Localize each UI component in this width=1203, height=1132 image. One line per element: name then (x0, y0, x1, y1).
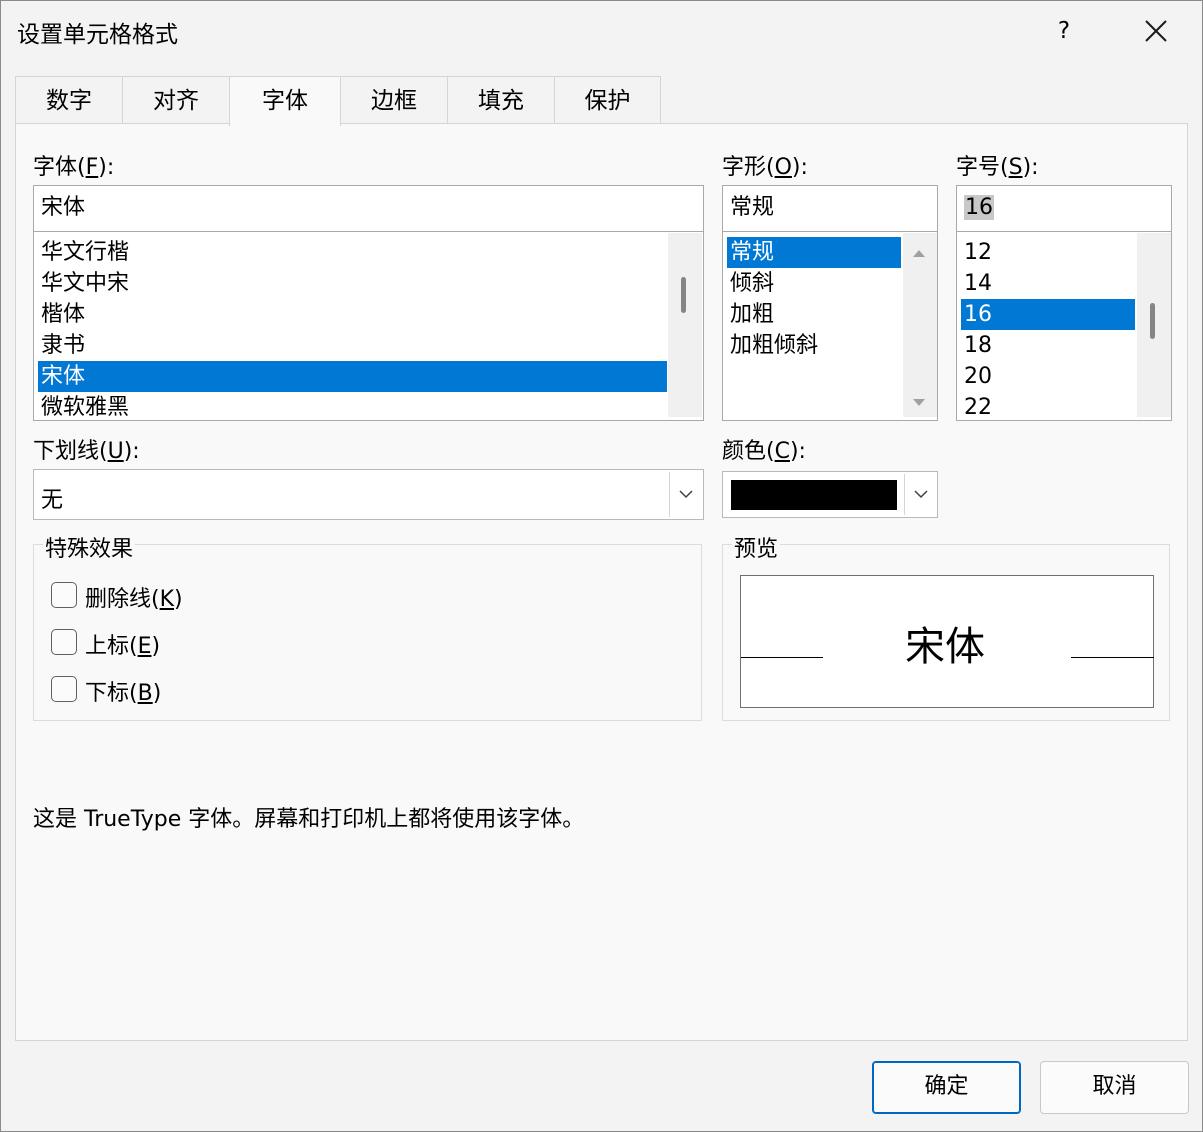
font-list-item-selected[interactable]: 宋体 (38, 361, 667, 392)
scroll-up-arrow-icon[interactable] (913, 250, 925, 257)
font-list[interactable]: 华文行楷 华文中宋 楷体 隶书 宋体 微软雅黑 (33, 231, 704, 421)
size-list[interactable]: 12 14 16 18 20 22 (956, 231, 1172, 421)
effects-group-title: 特殊效果 (43, 531, 136, 563)
size-list-item[interactable]: 18 (961, 330, 1135, 361)
scroll-down-arrow-icon[interactable] (913, 399, 925, 406)
font-label: 字体(F): (33, 155, 115, 180)
cancel-button[interactable]: 取消 (1040, 1061, 1189, 1114)
size-input[interactable]: 16 (956, 185, 1172, 232)
preview-sample-text: 宋体 (905, 624, 985, 670)
dialog-title: 设置单元格格式 (17, 22, 178, 48)
size-list-item[interactable]: 12 (961, 237, 1135, 268)
style-list-item[interactable]: 倾斜 (727, 268, 901, 299)
style-list-item[interactable]: 加粗 (727, 299, 901, 330)
tab-protection[interactable]: 保护 (554, 76, 661, 124)
chevron-down-icon (914, 490, 928, 499)
underline-label: 下划线(U): (33, 439, 140, 464)
ok-button[interactable]: 确定 (872, 1061, 1021, 1114)
superscript-checkbox[interactable] (51, 629, 77, 655)
scroll-thumb[interactable] (681, 277, 686, 313)
size-label: 字号(S): (956, 155, 1039, 180)
size-list-item-selected[interactable]: 16 (961, 299, 1135, 330)
strikethrough-label: 删除线(K) (85, 587, 183, 612)
color-dropdown-button[interactable] (904, 474, 936, 515)
superscript-label: 上标(E) (85, 634, 161, 659)
color-label: 颜色(C): (722, 439, 806, 464)
size-input-selected-text: 16 (964, 195, 994, 220)
font-list-scrollbar[interactable] (668, 233, 702, 417)
font-list-item[interactable]: 华文行楷 (38, 237, 667, 268)
underline-select-value: 无 (41, 488, 64, 513)
title-bar: 设置单元格格式 ? (1, 1, 1202, 61)
font-list-item[interactable]: 隶书 (38, 330, 667, 361)
chevron-down-icon (679, 490, 693, 499)
subscript-label: 下标(B) (85, 681, 162, 706)
underline-select[interactable]: 无 (33, 469, 704, 520)
font-list-item[interactable]: 华文中宋 (38, 268, 667, 299)
style-input[interactable]: 常规 (722, 185, 938, 232)
font-list-item[interactable]: 微软雅黑 (38, 392, 667, 420)
underline-dropdown-button[interactable] (669, 472, 701, 517)
subscript-checkbox[interactable] (51, 676, 77, 702)
format-cells-dialog: 设置单元格格式 ? 数字 对齐 字体 边框 填充 保护 字体(F): 宋体 华文… (0, 0, 1203, 1132)
size-list-item[interactable]: 20 (961, 361, 1135, 392)
tab-border[interactable]: 边框 (340, 76, 448, 124)
style-list-item-selected[interactable]: 常规 (727, 237, 901, 268)
preview-baseline-right (1071, 657, 1154, 658)
tab-font[interactable]: 字体 (229, 76, 341, 126)
help-button[interactable]: ? (1039, 9, 1089, 53)
style-list[interactable]: 常规 倾斜 加粗 加粗倾斜 (722, 231, 938, 421)
size-list-item[interactable]: 22 (961, 392, 1135, 420)
tab-number[interactable]: 数字 (15, 76, 123, 124)
style-list-scrollbar[interactable] (903, 233, 937, 417)
color-picker[interactable] (722, 471, 938, 518)
tab-fill[interactable]: 填充 (447, 76, 555, 124)
preview-box: 宋体 (740, 575, 1154, 708)
close-icon (1145, 20, 1167, 42)
strikethrough-checkbox[interactable] (51, 582, 77, 608)
close-button[interactable] (1129, 9, 1183, 53)
size-list-scrollbar[interactable] (1137, 233, 1171, 417)
font-input[interactable]: 宋体 (33, 185, 704, 232)
style-label: 字形(O): (722, 155, 808, 180)
font-list-item[interactable]: 楷体 (38, 299, 667, 330)
font-info-text: 这是 TrueType 字体。屏幕和打印机上都将使用该字体。 (33, 807, 585, 832)
preview-baseline-left (741, 657, 823, 658)
style-list-item[interactable]: 加粗倾斜 (727, 330, 901, 361)
color-swatch (731, 480, 897, 510)
tab-alignment[interactable]: 对齐 (122, 76, 230, 124)
preview-group-title: 预览 (732, 531, 781, 563)
scroll-thumb[interactable] (1150, 303, 1155, 339)
size-list-item[interactable]: 14 (961, 268, 1135, 299)
